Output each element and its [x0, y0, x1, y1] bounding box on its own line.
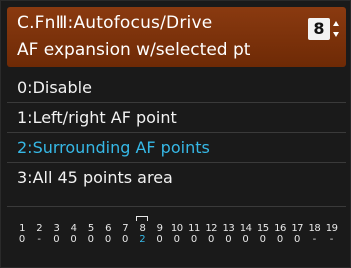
setting-value: - — [329, 234, 334, 245]
setting-cell-3: 30 — [49, 223, 63, 245]
setting-number: 16 — [274, 223, 286, 234]
setting-number: 14 — [239, 223, 252, 234]
setting-number: 4 — [70, 223, 77, 234]
setting-cell-15: 15 0 — [256, 223, 270, 245]
setting-cell-11: 11 0 — [187, 223, 201, 245]
setting-cell-8: 82 — [135, 216, 149, 245]
setting-cell-10: 10 0 — [170, 223, 184, 245]
setting-cell-5: 50 — [84, 223, 98, 245]
current-setting-marker — [136, 216, 149, 221]
setting-cell-16: 16 0 — [273, 223, 287, 245]
setting-number: 13 — [222, 223, 235, 234]
setting-cell-17: 17 0 — [290, 223, 304, 245]
setting-value: 0 — [294, 234, 301, 245]
setting-value: 0 — [259, 234, 266, 245]
setting-value: 2 — [139, 234, 146, 245]
setting-value: 0 — [190, 234, 198, 245]
function-name: AF expansion w/selected pt — [17, 40, 251, 60]
setting-cell-7: 70 — [118, 223, 132, 245]
setting-number: 12 — [205, 223, 218, 234]
setting-value: 0 — [53, 234, 60, 245]
divider — [7, 206, 346, 207]
option-all-45-points-area[interactable]: 3:All 45 points area — [7, 163, 346, 192]
setting-value: 0 — [242, 234, 249, 245]
setting-number: 6 — [105, 223, 111, 234]
setting-number: 19 — [325, 223, 338, 234]
setting-cell-9: 90 — [153, 223, 167, 245]
setting-value: 0 — [156, 234, 163, 245]
option-left-right-af-point[interactable]: 1:Left/right AF point — [7, 103, 346, 133]
setting-value: 0 — [122, 234, 129, 245]
setting-value: 0 — [276, 234, 284, 245]
function-number-box[interactable]: 8 — [308, 18, 330, 40]
setting-number: 15 — [256, 223, 269, 234]
setting-number: 18 — [308, 223, 321, 234]
setting-value: - — [37, 234, 41, 245]
setting-number: 9 — [156, 223, 163, 234]
setting-number: 10 — [170, 223, 183, 234]
setting-value: 0 — [18, 234, 26, 245]
setting-cell-1: 10 — [15, 223, 29, 245]
setting-value: 0 — [70, 234, 77, 245]
setting-number: 8 — [139, 223, 146, 234]
setting-cell-18: 18- — [307, 223, 321, 245]
setting-cell-4: 40 — [67, 223, 81, 245]
option-disable[interactable]: 0:Disable — [7, 73, 346, 103]
setting-cell-2: 2- — [32, 223, 46, 245]
setting-cell-6: 60 — [101, 223, 115, 245]
up-down-arrows-icon[interactable] — [332, 18, 340, 40]
setting-number: 7 — [122, 223, 129, 234]
option-surrounding-af-points[interactable]: 2:Surrounding AF points — [7, 133, 346, 163]
setting-number: 3 — [53, 223, 60, 234]
custom-function-settings-strip: 1 0 2-3 0 4 0 5 0 6 0 7 0 8 2 9 0 10 0 11 0 12 0 13 0 14 0 15 0 16 0 1… — [15, 216, 345, 259]
setting-cell-12: 12 0 — [204, 223, 218, 245]
option-list: 0:Disable 1:Left/right AF point 2:Surrou… — [7, 73, 346, 192]
setting-cell-13: 13 0 — [221, 223, 235, 245]
setting-number: 11 — [188, 223, 200, 234]
setting-value: 0 — [173, 234, 180, 245]
setting-value: - — [312, 234, 317, 245]
setting-cell-14: 14 0 — [239, 223, 253, 245]
setting-cell-19: 19- — [325, 223, 339, 245]
menu-header: C.FnⅢ:Autofocus/Drive AF expansion w/sel… — [7, 7, 346, 67]
setting-value: 0 — [104, 234, 112, 245]
camera-menu-screen: C.FnⅢ:Autofocus/Drive AF expansion w/sel… — [0, 0, 351, 268]
setting-number: 1 — [19, 223, 25, 234]
setting-number: 2 — [36, 223, 43, 234]
setting-value: 0 — [87, 234, 94, 245]
menu-title: C.FnⅢ:Autofocus/Drive — [17, 13, 213, 33]
setting-value: 0 — [208, 234, 215, 245]
setting-number: 17 — [291, 223, 304, 234]
setting-value: 0 — [225, 234, 232, 245]
setting-number: 5 — [87, 223, 94, 234]
